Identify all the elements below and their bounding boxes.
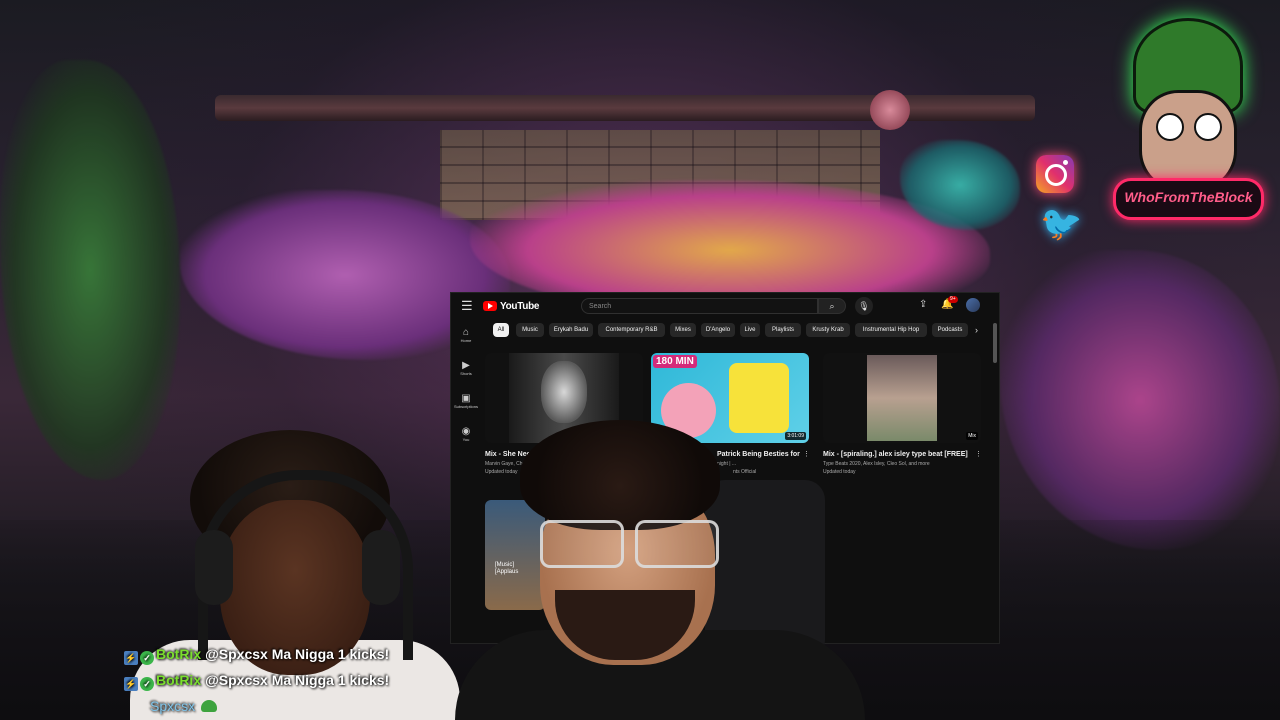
logo-eye-left [1156, 113, 1184, 141]
chip-all[interactable]: All [493, 323, 509, 337]
instagram-icon [1036, 155, 1074, 193]
notification-count: 9+ [948, 296, 958, 303]
youtube-logo[interactable]: YouTube [483, 300, 540, 312]
chip-live[interactable]: Live [740, 323, 760, 337]
chevron-right-icon[interactable]: › [975, 323, 978, 337]
chip-instrumental-hip-hop[interactable]: Instrumental Hip Hop [855, 323, 927, 337]
logo-banner: WhoFromTheBlock [1113, 178, 1264, 220]
chat-username: Spxcsx [150, 698, 196, 714]
wall-pipe [215, 95, 1035, 121]
verified-check-icon: ✓ [140, 651, 154, 665]
search-input[interactable]: Search [581, 298, 818, 314]
sidebar-item-shorts[interactable]: ▶ Shorts [451, 360, 481, 377]
graffiti-right [1000, 250, 1280, 550]
subscriptions-icon: ▣ [461, 393, 471, 404]
headphone-earcup [362, 530, 400, 605]
pipe-valve [870, 90, 910, 130]
chat-message: ⚡ ✓ BotRix @Spxcsx Ma Nigga 1 kicks! [124, 644, 390, 665]
logo-eye-right [1194, 113, 1222, 141]
more-options-icon[interactable]: ⋮ [975, 450, 982, 458]
avatar[interactable] [966, 298, 980, 312]
youtube-header: ☰ YouTube Search ⌕ 🎙 ⇪ 🔔 9+ [451, 293, 999, 319]
channel-logo: WhoFromTheBlock [1113, 10, 1264, 220]
glasses-lens [635, 520, 719, 568]
hamburger-menu-icon[interactable]: ☰ [461, 299, 473, 313]
eyeglasses [535, 520, 720, 568]
verified-check-icon: ✓ [140, 677, 154, 691]
home-icon: ⌂ [462, 327, 470, 338]
filter-chips: All Music Erykah Badu Contemporary R&B M… [491, 323, 991, 337]
thumbnail-label: 180 MIN [653, 355, 697, 368]
twitter-icon: 🐦 [1040, 205, 1083, 243]
search-icon[interactable]: ⌕ [818, 298, 846, 314]
sidebar-item-home[interactable]: ⌂ Home [451, 327, 481, 344]
person-hair [520, 420, 720, 530]
chip-music[interactable]: Music [516, 323, 544, 337]
mix-badge: Mix [966, 432, 978, 440]
sidebar-item-label: Shorts [460, 371, 472, 376]
sidebar-item-label: Home [460, 338, 472, 343]
sidebar-item-label: Subscriptions [453, 404, 478, 409]
upload-icon[interactable]: ⇪ [919, 299, 927, 310]
glasses-lens [540, 520, 624, 568]
chat-text: @Spxcsx Ma Nigga 1 kicks! [205, 646, 390, 662]
youtube-play-icon [483, 301, 497, 311]
chat-username: BotRix [156, 672, 202, 688]
logo-face [1139, 90, 1237, 191]
frog-emote-icon [201, 700, 218, 712]
chip-podcasts[interactable]: Podcasts [932, 323, 968, 337]
chip-contemporary-rnb[interactable]: Contemporary R&B [598, 323, 665, 337]
microphone-icon[interactable]: 🎙 [855, 297, 873, 315]
youtube-logo-text: YouTube [500, 300, 540, 312]
bot-badge-icon: ⚡ [124, 651, 138, 665]
chip-dangelo[interactable]: D'Angelo [701, 323, 735, 337]
chip-playlists[interactable]: Playlists [765, 323, 801, 337]
chat-message: Spxcsx [150, 696, 218, 716]
chat-username: BotRix [156, 646, 202, 662]
chip-krusty-krab[interactable]: Krusty Krab [806, 323, 850, 337]
shorts-icon: ▶ [462, 360, 470, 371]
headphone-earcup [195, 530, 233, 605]
graffiti-left [0, 60, 180, 480]
chat-message: ⚡ ✓ BotRix @Spxcsx Ma Nigga 1 kicks! [124, 670, 390, 691]
scrollbar[interactable] [993, 323, 997, 363]
chip-mixes[interactable]: Mixes [670, 323, 696, 337]
webcam-right [455, 420, 865, 720]
chat-text: @Spxcsx Ma Nigga 1 kicks! [205, 672, 390, 688]
bot-badge-icon: ⚡ [124, 677, 138, 691]
sidebar-item-subscriptions[interactable]: ▣ Subscriptions [451, 393, 481, 410]
chip-erykah-badu[interactable]: Erykah Badu [549, 323, 593, 337]
